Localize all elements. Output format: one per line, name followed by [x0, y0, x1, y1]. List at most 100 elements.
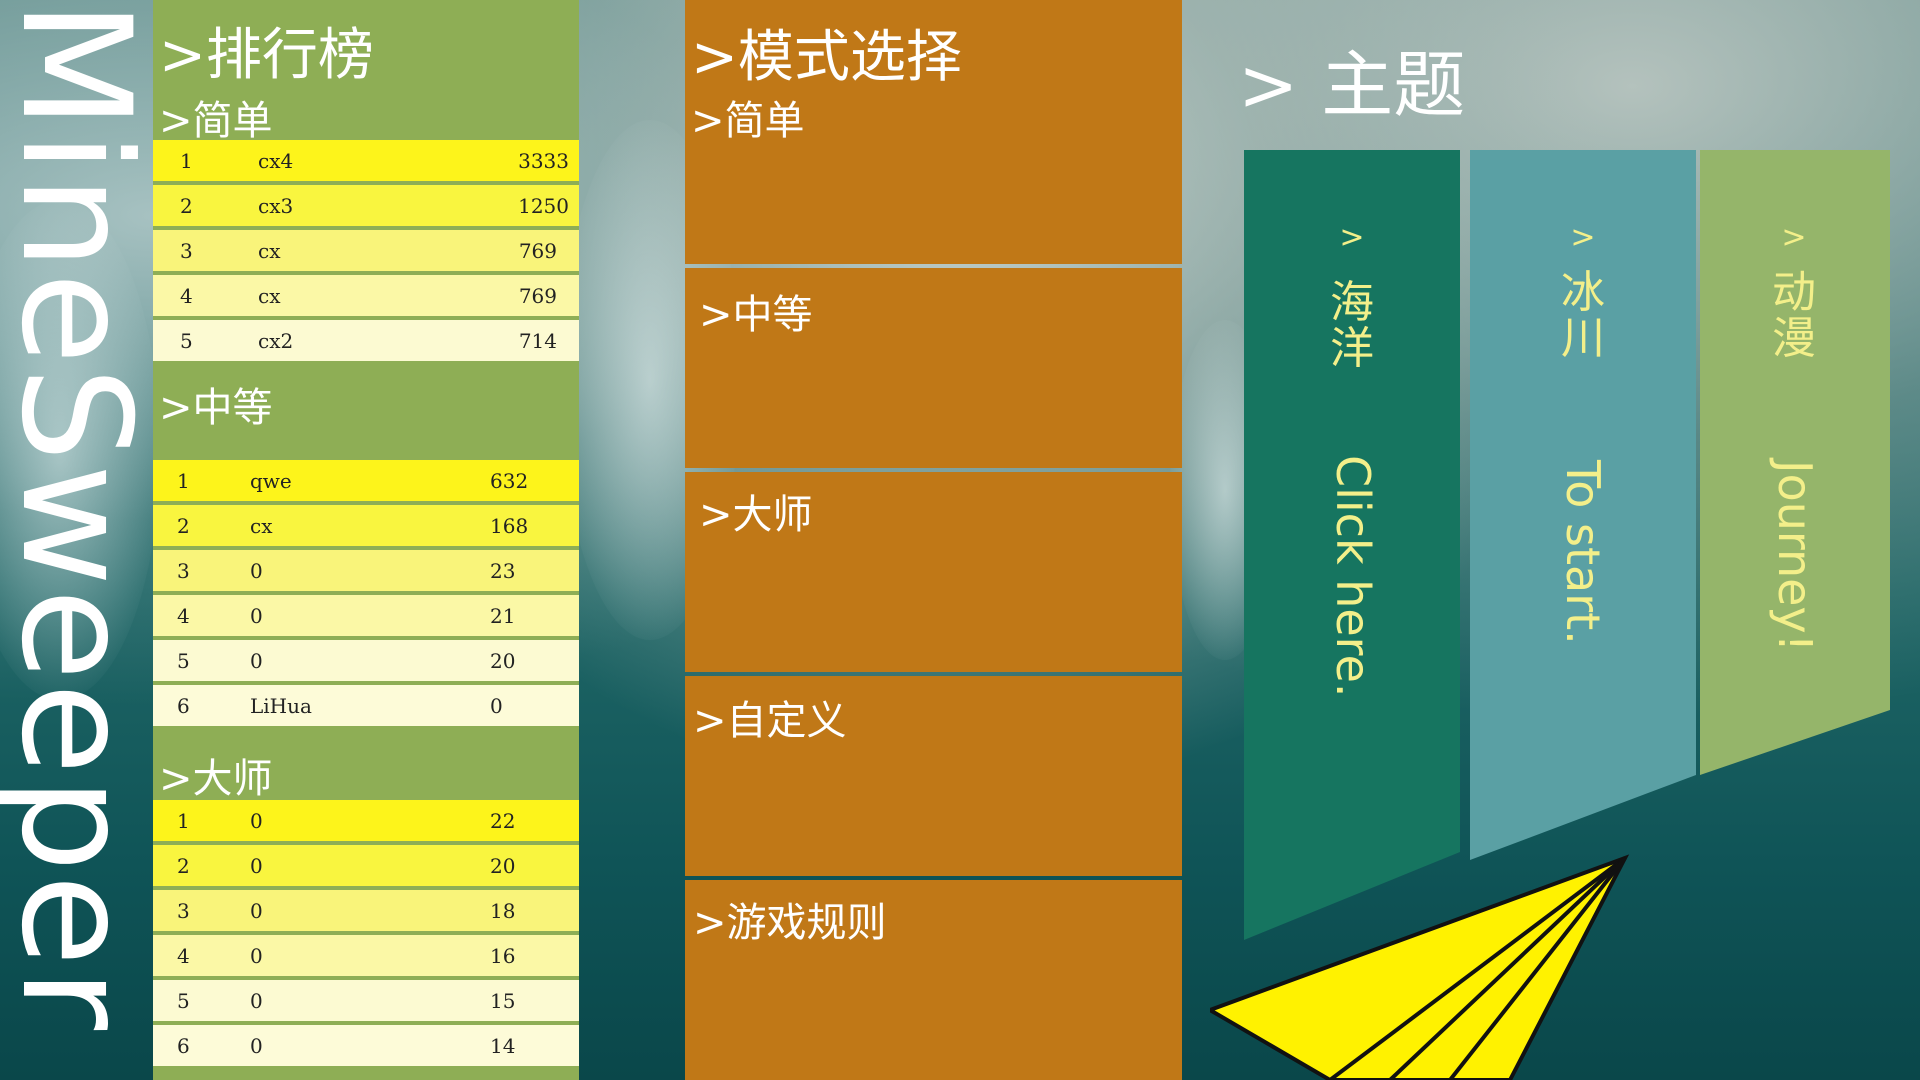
paper-plane-icon [1210, 854, 1630, 1080]
leaderboard-table-easy: 1 cx4 3333 2 cx3 1250 3 cx 769 4 cx 769 5 cx2 714 [153, 140, 579, 365]
score-cell: 14 [490, 1034, 516, 1058]
score-cell: 15 [490, 989, 516, 1013]
table-row: 5 cx2 714 [153, 320, 579, 361]
name-cell: 0 [250, 559, 263, 583]
theme-card-ocean[interactable]: > 海洋 Click here. [1244, 150, 1460, 940]
score-cell: 21 [490, 604, 516, 628]
name-cell: cx2 [258, 329, 294, 353]
leaderboard-section-master-heading: >大师 [159, 756, 273, 802]
rank-cell: 2 [177, 514, 190, 538]
table-row: 4 cx 769 [153, 275, 579, 316]
score-cell: 168 [490, 514, 529, 538]
leaderboard-table-master: 1 0 22 2 0 20 3 0 18 4 0 16 5 0 15 6 0 14 [153, 800, 579, 1070]
score-cell: 22 [490, 809, 516, 833]
table-row: 4 0 21 [153, 595, 579, 636]
table-row: 2 cx3 1250 [153, 185, 579, 226]
leaderboard-section-easy-heading: >简单 [159, 98, 273, 144]
mode-easy-button[interactable]: >模式选择 >简单 [685, 0, 1182, 264]
name-cell: qwe [250, 469, 292, 493]
name-cell: 0 [250, 649, 263, 673]
leaderboard-table-medium: 1 qwe 632 2 cx 168 3 0 23 4 0 21 5 0 20 6 LiHua 0 [153, 460, 579, 730]
mode-medium-button[interactable]: >中等 [685, 268, 1182, 468]
mode-easy-label: >简单 [691, 98, 805, 144]
rank-cell: 3 [177, 559, 190, 583]
leaderboard-title: >排行榜 [159, 23, 374, 88]
mode-custom-label: >自定义 [693, 698, 847, 744]
score-cell: 0 [490, 694, 503, 718]
table-row: 6 LiHua 0 [153, 685, 579, 726]
rank-cell: 5 [177, 989, 190, 1013]
name-cell: 0 [250, 899, 263, 923]
game-rules-label: >游戏规则 [693, 900, 887, 946]
table-row: 3 cx 769 [153, 230, 579, 271]
name-cell: cx [250, 514, 273, 538]
mode-select-title: >模式选择 [691, 25, 962, 90]
name-cell: 0 [250, 1034, 263, 1058]
score-cell: 1250 [518, 194, 569, 218]
mode-master-button[interactable]: >大师 [685, 472, 1182, 672]
table-row: 2 cx 168 [153, 505, 579, 546]
leaderboard-section-medium-heading: >中等 [159, 385, 273, 431]
rank-cell: 4 [177, 944, 190, 968]
theme-card-glacier[interactable]: > 冰川 To start. [1470, 150, 1696, 860]
leaderboard-panel: >排行榜 >简单 1 cx4 3333 2 cx3 1250 3 cx 769 4 cx 769… [153, 0, 579, 1080]
score-cell: 3333 [518, 149, 569, 173]
table-row: 1 qwe 632 [153, 460, 579, 501]
rank-cell: 3 [177, 899, 190, 923]
name-cell: 0 [250, 604, 263, 628]
rank-cell: 2 [180, 194, 193, 218]
score-cell: 714 [518, 329, 557, 353]
game-title: MineSweeper [0, 0, 162, 1033]
rank-cell: 6 [177, 694, 190, 718]
score-cell: 769 [518, 239, 557, 263]
theme-caption: To start. [1556, 460, 1610, 645]
theme-caption: Journey! [1768, 460, 1822, 653]
table-row: 5 0 15 [153, 980, 579, 1021]
theme-card-anime[interactable]: > 动漫 Journey! [1700, 150, 1890, 775]
mode-select-panel: >模式选择 >简单 >中等 >大师 >自定义 >游戏规则 [685, 0, 1182, 1080]
name-cell: 0 [250, 944, 263, 968]
table-row: 5 0 20 [153, 640, 579, 681]
score-cell: 16 [490, 944, 516, 968]
table-row: 3 0 23 [153, 550, 579, 591]
name-cell: cx [258, 239, 281, 263]
score-cell: 23 [490, 559, 516, 583]
theme-title: > 主题 [1238, 43, 1466, 127]
rank-cell: 1 [180, 149, 193, 173]
mode-custom-button[interactable]: >自定义 [685, 676, 1182, 876]
rank-cell: 4 [177, 604, 190, 628]
theme-name: 动漫 [1772, 267, 1816, 364]
mode-master-label: >大师 [699, 492, 813, 538]
chevron-down-icon: > [1570, 220, 1596, 255]
name-cell: 0 [250, 854, 263, 878]
mode-medium-label: >中等 [699, 292, 813, 338]
rank-cell: 1 [177, 469, 190, 493]
theme-name: 海洋 [1330, 277, 1374, 374]
table-row: 6 0 14 [153, 1025, 579, 1066]
theme-name: 冰川 [1561, 267, 1605, 364]
name-cell: 0 [250, 809, 263, 833]
score-cell: 20 [490, 649, 516, 673]
score-cell: 20 [490, 854, 516, 878]
score-cell: 632 [490, 469, 529, 493]
name-cell: cx [258, 284, 281, 308]
rank-cell: 1 [177, 809, 190, 833]
table-row: 1 0 22 [153, 800, 579, 841]
name-cell: cx4 [258, 149, 294, 173]
rank-cell: 5 [180, 329, 193, 353]
table-row: 1 cx4 3333 [153, 140, 579, 181]
name-cell: cx3 [258, 194, 294, 218]
table-row: 4 0 16 [153, 935, 579, 976]
rank-cell: 4 [180, 284, 193, 308]
rank-cell: 2 [177, 854, 190, 878]
score-cell: 769 [518, 284, 557, 308]
rank-cell: 6 [177, 1034, 190, 1058]
chevron-down-icon: > [1781, 220, 1807, 255]
table-row: 2 0 20 [153, 845, 579, 886]
chevron-down-icon: > [1339, 220, 1365, 255]
table-row: 3 0 18 [153, 890, 579, 931]
name-cell: LiHua [250, 694, 312, 718]
game-rules-button[interactable]: >游戏规则 [685, 880, 1182, 1080]
score-cell: 18 [490, 899, 516, 923]
rank-cell: 3 [180, 239, 193, 263]
